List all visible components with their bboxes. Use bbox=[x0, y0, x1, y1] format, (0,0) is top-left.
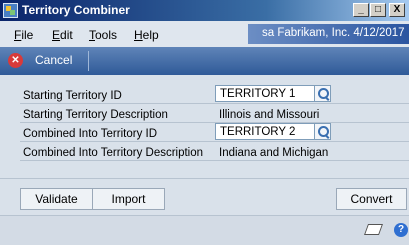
app-icon bbox=[3, 3, 18, 18]
combined-territory-desc-label: Combined Into Territory Description bbox=[23, 147, 204, 159]
cancel-label: Cancel bbox=[35, 53, 73, 67]
maximize-button[interactable]: □ bbox=[370, 3, 386, 17]
menu-edit[interactable]: Edit bbox=[52, 28, 73, 42]
minimize-button[interactable]: _ bbox=[353, 3, 369, 17]
cancel-icon: ✕ bbox=[8, 53, 23, 68]
window-title: Territory Combiner bbox=[22, 3, 130, 17]
divider bbox=[0, 178, 409, 179]
territory-form: Starting Territory ID TERRITORY 1 Starti… bbox=[0, 75, 409, 172]
menu-help[interactable]: Help bbox=[134, 28, 159, 42]
territory-combiner-window: Territory Combiner _ □ X File Edit Tools… bbox=[0, 0, 409, 245]
menu-file[interactable]: File bbox=[14, 28, 33, 42]
note-icon[interactable] bbox=[363, 224, 384, 235]
starting-territory-id-row: Starting Territory ID TERRITORY 1 bbox=[20, 85, 409, 104]
starting-territory-desc-row: Starting Territory Description Illinois … bbox=[20, 104, 409, 123]
status-footer: ? bbox=[0, 215, 409, 245]
starting-territory-lookup-button[interactable] bbox=[314, 85, 331, 102]
combined-territory-desc-value: Indiana and Michigan bbox=[219, 147, 329, 159]
convert-button[interactable]: Convert bbox=[336, 188, 407, 210]
import-button[interactable]: Import bbox=[92, 188, 165, 210]
toolbar: ✕ Cancel bbox=[0, 47, 409, 75]
user-company-date-text: sa Fabrikam, Inc. 4/12/2017 bbox=[262, 27, 405, 39]
combined-territory-desc-row: Combined Into Territory Description Indi… bbox=[20, 142, 409, 161]
starting-territory-id-label: Starting Territory ID bbox=[23, 90, 122, 102]
close-button[interactable]: X bbox=[389, 3, 405, 17]
starting-territory-desc-label: Starting Territory Description bbox=[23, 109, 168, 121]
combined-territory-id-label: Combined Into Territory ID bbox=[23, 128, 158, 140]
menu-bar: File Edit Tools Help sa Fabrikam, Inc. 4… bbox=[0, 21, 409, 47]
combined-territory-id-input[interactable]: TERRITORY 2 bbox=[215, 123, 329, 140]
toolbar-separator bbox=[88, 51, 89, 71]
title-bar: Territory Combiner _ □ X bbox=[0, 0, 409, 21]
starting-territory-id-input[interactable]: TERRITORY 1 bbox=[215, 85, 329, 102]
user-company-date-strip: sa Fabrikam, Inc. 4/12/2017 bbox=[248, 24, 409, 44]
help-icon[interactable]: ? bbox=[394, 223, 408, 237]
menu-tools[interactable]: Tools bbox=[89, 28, 117, 42]
combined-territory-id-row: Combined Into Territory ID TERRITORY 2 bbox=[20, 123, 409, 142]
starting-territory-desc-value: Illinois and Missouri bbox=[219, 109, 320, 121]
action-buttons: Validate Import Convert bbox=[0, 188, 409, 210]
validate-button[interactable]: Validate bbox=[20, 188, 93, 210]
combined-territory-lookup-button[interactable] bbox=[314, 123, 331, 140]
